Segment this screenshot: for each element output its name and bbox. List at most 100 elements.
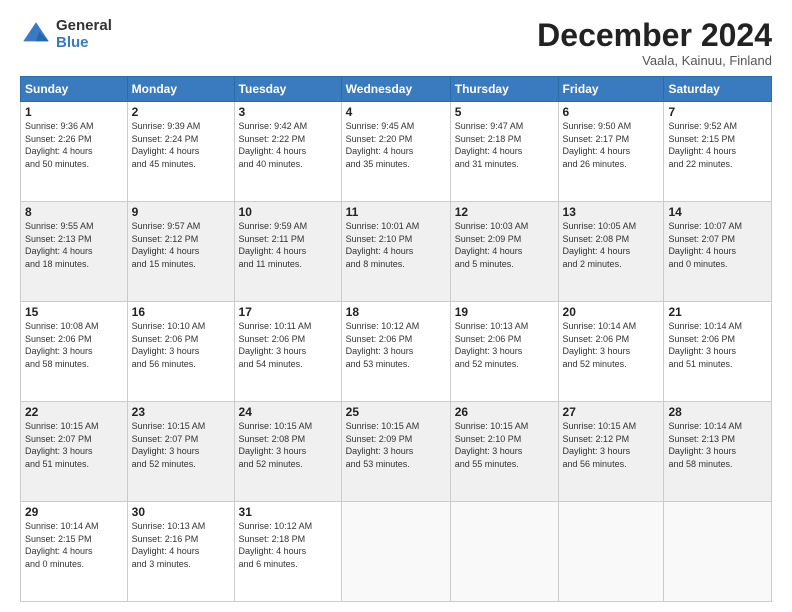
week-row-1: 1Sunrise: 9:36 AMSunset: 2:26 PMDaylight…: [21, 102, 772, 202]
day-cell: 2Sunrise: 9:39 AMSunset: 2:24 PMDaylight…: [127, 102, 234, 202]
calendar-page: General Blue December 2024 Vaala, Kainuu…: [0, 0, 792, 612]
day-number: 19: [455, 305, 554, 319]
logo-text: General Blue: [56, 18, 112, 51]
day-number: 11: [346, 205, 446, 219]
day-cell: 6Sunrise: 9:50 AMSunset: 2:17 PMDaylight…: [558, 102, 664, 202]
day-number: 8: [25, 205, 123, 219]
week-row-2: 8Sunrise: 9:55 AMSunset: 2:13 PMDaylight…: [21, 202, 772, 302]
calendar-header-row: SundayMondayTuesdayWednesdayThursdayFrid…: [21, 77, 772, 102]
day-cell: 25Sunrise: 10:15 AMSunset: 2:09 PMDaylig…: [341, 402, 450, 502]
day-detail: Sunrise: 10:15 AMSunset: 2:07 PMDaylight…: [25, 420, 123, 470]
day-cell: 19Sunrise: 10:13 AMSunset: 2:06 PMDaylig…: [450, 302, 558, 402]
day-cell: 17Sunrise: 10:11 AMSunset: 2:06 PMDaylig…: [234, 302, 341, 402]
day-number: 15: [25, 305, 123, 319]
day-number: 20: [563, 305, 660, 319]
col-header-saturday: Saturday: [664, 77, 772, 102]
title-block: December 2024 Vaala, Kainuu, Finland: [537, 18, 772, 68]
day-number: 6: [563, 105, 660, 119]
day-cell: 15Sunrise: 10:08 AMSunset: 2:06 PMDaylig…: [21, 302, 128, 402]
day-number: 27: [563, 405, 660, 419]
day-detail: Sunrise: 9:47 AMSunset: 2:18 PMDaylight:…: [455, 120, 554, 170]
day-detail: Sunrise: 10:07 AMSunset: 2:07 PMDaylight…: [668, 220, 767, 270]
day-number: 10: [239, 205, 337, 219]
day-cell: 1Sunrise: 9:36 AMSunset: 2:26 PMDaylight…: [21, 102, 128, 202]
col-header-tuesday: Tuesday: [234, 77, 341, 102]
day-cell: 30Sunrise: 10:13 AMSunset: 2:16 PMDaylig…: [127, 502, 234, 602]
day-cell: 21Sunrise: 10:14 AMSunset: 2:06 PMDaylig…: [664, 302, 772, 402]
day-cell: 14Sunrise: 10:07 AMSunset: 2:07 PMDaylig…: [664, 202, 772, 302]
day-number: 29: [25, 505, 123, 519]
day-number: 26: [455, 405, 554, 419]
day-detail: Sunrise: 9:57 AMSunset: 2:12 PMDaylight:…: [132, 220, 230, 270]
day-detail: Sunrise: 10:15 AMSunset: 2:12 PMDaylight…: [563, 420, 660, 470]
day-cell: [558, 502, 664, 602]
day-cell: 10Sunrise: 9:59 AMSunset: 2:11 PMDayligh…: [234, 202, 341, 302]
day-cell: 9Sunrise: 9:57 AMSunset: 2:12 PMDaylight…: [127, 202, 234, 302]
day-number: 3: [239, 105, 337, 119]
logo-general: General: [56, 18, 112, 35]
day-detail: Sunrise: 9:39 AMSunset: 2:24 PMDaylight:…: [132, 120, 230, 170]
day-cell: 7Sunrise: 9:52 AMSunset: 2:15 PMDaylight…: [664, 102, 772, 202]
day-detail: Sunrise: 10:15 AMSunset: 2:09 PMDaylight…: [346, 420, 446, 470]
calendar-table: SundayMondayTuesdayWednesdayThursdayFrid…: [20, 76, 772, 602]
day-number: 9: [132, 205, 230, 219]
day-cell: 5Sunrise: 9:47 AMSunset: 2:18 PMDaylight…: [450, 102, 558, 202]
day-number: 18: [346, 305, 446, 319]
day-detail: Sunrise: 10:13 AMSunset: 2:06 PMDaylight…: [455, 320, 554, 370]
day-detail: Sunrise: 10:14 AMSunset: 2:06 PMDaylight…: [668, 320, 767, 370]
day-detail: Sunrise: 10:10 AMSunset: 2:06 PMDaylight…: [132, 320, 230, 370]
day-number: 4: [346, 105, 446, 119]
logo-blue: Blue: [56, 35, 112, 52]
day-number: 22: [25, 405, 123, 419]
day-cell: 26Sunrise: 10:15 AMSunset: 2:10 PMDaylig…: [450, 402, 558, 502]
day-cell: 13Sunrise: 10:05 AMSunset: 2:08 PMDaylig…: [558, 202, 664, 302]
day-detail: Sunrise: 10:13 AMSunset: 2:16 PMDaylight…: [132, 520, 230, 570]
day-number: 16: [132, 305, 230, 319]
day-number: 14: [668, 205, 767, 219]
day-number: 30: [132, 505, 230, 519]
day-detail: Sunrise: 9:36 AMSunset: 2:26 PMDaylight:…: [25, 120, 123, 170]
col-header-friday: Friday: [558, 77, 664, 102]
location: Vaala, Kainuu, Finland: [537, 53, 772, 68]
day-detail: Sunrise: 10:12 AMSunset: 2:06 PMDaylight…: [346, 320, 446, 370]
day-number: 28: [668, 405, 767, 419]
day-cell: 18Sunrise: 10:12 AMSunset: 2:06 PMDaylig…: [341, 302, 450, 402]
day-number: 2: [132, 105, 230, 119]
day-number: 13: [563, 205, 660, 219]
day-cell: 28Sunrise: 10:14 AMSunset: 2:13 PMDaylig…: [664, 402, 772, 502]
day-cell: 8Sunrise: 9:55 AMSunset: 2:13 PMDaylight…: [21, 202, 128, 302]
week-row-4: 22Sunrise: 10:15 AMSunset: 2:07 PMDaylig…: [21, 402, 772, 502]
day-cell: 31Sunrise: 10:12 AMSunset: 2:18 PMDaylig…: [234, 502, 341, 602]
day-number: 17: [239, 305, 337, 319]
day-cell: [341, 502, 450, 602]
day-cell: 11Sunrise: 10:01 AMSunset: 2:10 PMDaylig…: [341, 202, 450, 302]
day-detail: Sunrise: 10:14 AMSunset: 2:15 PMDaylight…: [25, 520, 123, 570]
header: General Blue December 2024 Vaala, Kainuu…: [20, 18, 772, 68]
day-cell: 23Sunrise: 10:15 AMSunset: 2:07 PMDaylig…: [127, 402, 234, 502]
week-row-3: 15Sunrise: 10:08 AMSunset: 2:06 PMDaylig…: [21, 302, 772, 402]
week-row-5: 29Sunrise: 10:14 AMSunset: 2:15 PMDaylig…: [21, 502, 772, 602]
day-number: 12: [455, 205, 554, 219]
day-cell: 12Sunrise: 10:03 AMSunset: 2:09 PMDaylig…: [450, 202, 558, 302]
day-cell: [450, 502, 558, 602]
day-detail: Sunrise: 10:11 AMSunset: 2:06 PMDaylight…: [239, 320, 337, 370]
day-detail: Sunrise: 9:59 AMSunset: 2:11 PMDaylight:…: [239, 220, 337, 270]
day-number: 1: [25, 105, 123, 119]
day-detail: Sunrise: 10:12 AMSunset: 2:18 PMDaylight…: [239, 520, 337, 570]
day-detail: Sunrise: 10:08 AMSunset: 2:06 PMDaylight…: [25, 320, 123, 370]
day-number: 5: [455, 105, 554, 119]
day-cell: 4Sunrise: 9:45 AMSunset: 2:20 PMDaylight…: [341, 102, 450, 202]
day-detail: Sunrise: 10:15 AMSunset: 2:07 PMDaylight…: [132, 420, 230, 470]
day-number: 23: [132, 405, 230, 419]
day-detail: Sunrise: 9:55 AMSunset: 2:13 PMDaylight:…: [25, 220, 123, 270]
day-number: 31: [239, 505, 337, 519]
day-cell: 29Sunrise: 10:14 AMSunset: 2:15 PMDaylig…: [21, 502, 128, 602]
day-detail: Sunrise: 10:15 AMSunset: 2:08 PMDaylight…: [239, 420, 337, 470]
day-cell: 3Sunrise: 9:42 AMSunset: 2:22 PMDaylight…: [234, 102, 341, 202]
col-header-wednesday: Wednesday: [341, 77, 450, 102]
day-cell: 22Sunrise: 10:15 AMSunset: 2:07 PMDaylig…: [21, 402, 128, 502]
day-number: 24: [239, 405, 337, 419]
day-detail: Sunrise: 9:52 AMSunset: 2:15 PMDaylight:…: [668, 120, 767, 170]
day-cell: 16Sunrise: 10:10 AMSunset: 2:06 PMDaylig…: [127, 302, 234, 402]
day-detail: Sunrise: 9:45 AMSunset: 2:20 PMDaylight:…: [346, 120, 446, 170]
